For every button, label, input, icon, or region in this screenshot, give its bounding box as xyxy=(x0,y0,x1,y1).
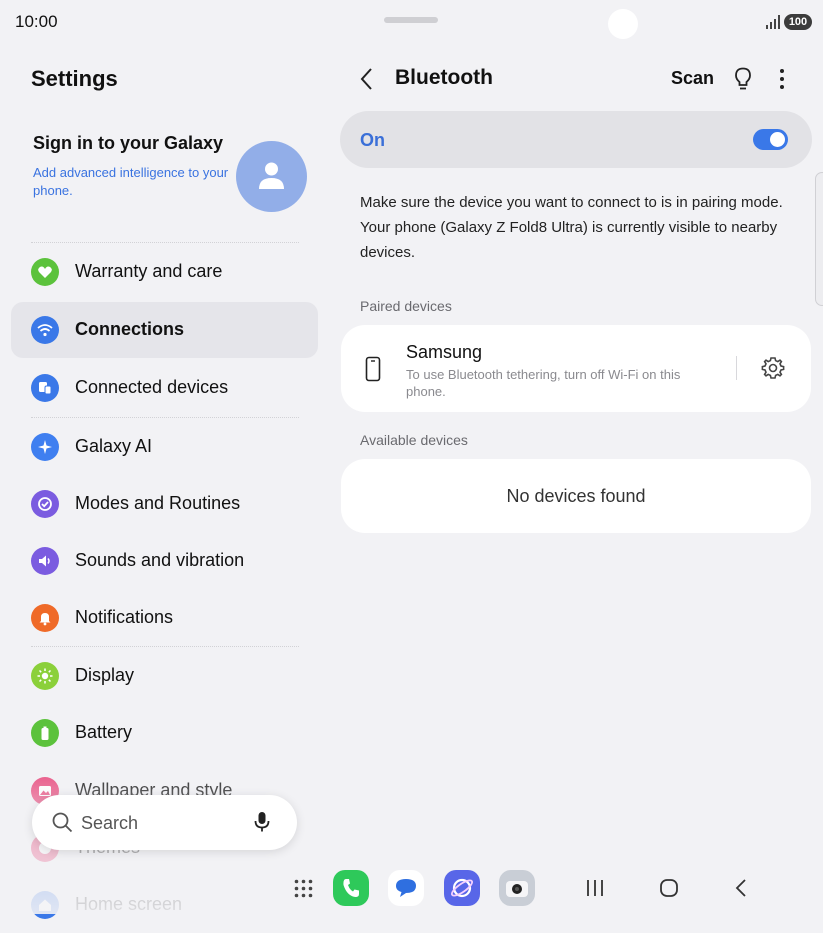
more-options-icon[interactable] xyxy=(778,68,786,90)
sidebar-item-warranty[interactable]: Warranty and care xyxy=(11,244,318,300)
phone-icon xyxy=(365,356,381,382)
search-input[interactable]: Search xyxy=(81,813,138,834)
empty-state-text: No devices found xyxy=(506,486,646,506)
edge-panel-handle[interactable] xyxy=(815,172,823,306)
toggle-label: On xyxy=(360,130,385,150)
recent-apps-icon[interactable] xyxy=(585,878,605,898)
internet-app-icon[interactable] xyxy=(444,870,480,906)
divider xyxy=(736,356,737,380)
account-subtitle: Add advanced intelligence to your phone. xyxy=(33,165,229,198)
speaker-icon xyxy=(31,547,59,575)
page-title: Bluetooth xyxy=(395,66,493,89)
status-bar: 10:00 100 xyxy=(0,0,823,44)
wifi-icon xyxy=(31,316,59,344)
paired-devices-header: Paired devices xyxy=(360,298,452,314)
device-subtitle: To use Bluetooth tethering, turn off Wi-… xyxy=(406,367,681,399)
divider xyxy=(31,242,299,243)
bluetooth-toggle-bar[interactable]: On xyxy=(340,111,812,168)
paired-device-row[interactable]: Samsung To use Bluetooth tethering, turn… xyxy=(341,325,811,412)
lightbulb-icon[interactable] xyxy=(734,67,752,91)
account-title: Sign in to your Galaxy xyxy=(33,133,224,153)
devices-icon xyxy=(31,374,59,402)
drag-handle[interactable] xyxy=(384,17,438,23)
search-icon xyxy=(52,812,73,833)
sidebar-item-connected-devices[interactable]: Connected devices xyxy=(11,360,318,416)
signal-icon xyxy=(766,15,780,29)
status-time: 10:00 xyxy=(15,12,58,31)
switch-knob xyxy=(770,132,785,147)
device-name: Samsung xyxy=(406,342,483,362)
battery-indicator: 100 xyxy=(784,14,812,30)
bell-icon xyxy=(31,604,59,632)
messages-app-icon[interactable] xyxy=(388,870,424,906)
sidebar-item-sounds[interactable]: Sounds and vibration xyxy=(11,533,318,589)
sidebar-item-label: Sounds and vibration xyxy=(75,550,245,570)
pairing-info: Make sure the device you want to connect… xyxy=(360,194,783,261)
settings-search[interactable]: Search xyxy=(32,795,297,850)
sparkle-icon xyxy=(31,433,59,461)
sidebar-item-label: Modes and Routines xyxy=(75,493,241,513)
battery-icon xyxy=(31,719,59,747)
back-button-icon[interactable] xyxy=(733,878,749,898)
sidebar-item-label: Connections xyxy=(75,319,185,339)
heart-icon xyxy=(31,258,59,286)
sidebar-item-label: Galaxy AI xyxy=(75,436,153,456)
check-circle-icon xyxy=(31,490,59,518)
sidebar-item-label: Display xyxy=(75,665,135,685)
taskbar xyxy=(0,860,823,914)
scan-button[interactable]: Scan xyxy=(671,68,714,89)
account-sign-in[interactable]: Sign in to your Galaxy Add advanced inte… xyxy=(33,131,233,200)
home-button-icon[interactable] xyxy=(659,878,679,898)
sidebar-item-galaxy-ai[interactable]: Galaxy AI xyxy=(11,419,318,475)
sun-icon xyxy=(31,662,59,690)
sidebar-item-battery[interactable]: Battery xyxy=(11,705,318,761)
sidebar-item-label: Notifications xyxy=(75,607,174,627)
bluetooth-switch[interactable] xyxy=(753,129,788,150)
microphone-icon[interactable] xyxy=(254,811,270,833)
divider xyxy=(31,646,299,647)
divider xyxy=(31,417,299,418)
avatar[interactable] xyxy=(236,141,307,212)
apps-grid-icon[interactable] xyxy=(294,879,313,898)
sidebar-item-modes-routines[interactable]: Modes and Routines xyxy=(11,476,318,532)
sidebar-item-label: Warranty and care xyxy=(75,261,223,281)
available-devices-header: Available devices xyxy=(360,432,468,448)
sidebar-item-display[interactable]: Display xyxy=(11,648,318,704)
camera-cutout xyxy=(608,9,638,39)
gear-icon[interactable] xyxy=(761,356,785,380)
available-devices-card: No devices found xyxy=(341,459,811,533)
camera-app-icon[interactable] xyxy=(499,870,535,906)
sidebar-item-notifications[interactable]: Notifications xyxy=(11,590,318,646)
sidebar-item-connections[interactable]: Connections xyxy=(11,302,318,358)
phone-app-icon[interactable] xyxy=(333,870,369,906)
back-arrow-icon[interactable] xyxy=(359,67,375,91)
sidebar-item-label: Battery xyxy=(75,722,133,742)
person-icon xyxy=(259,162,284,189)
settings-title: Settings xyxy=(31,66,118,91)
sidebar-item-label: Connected devices xyxy=(75,377,229,397)
